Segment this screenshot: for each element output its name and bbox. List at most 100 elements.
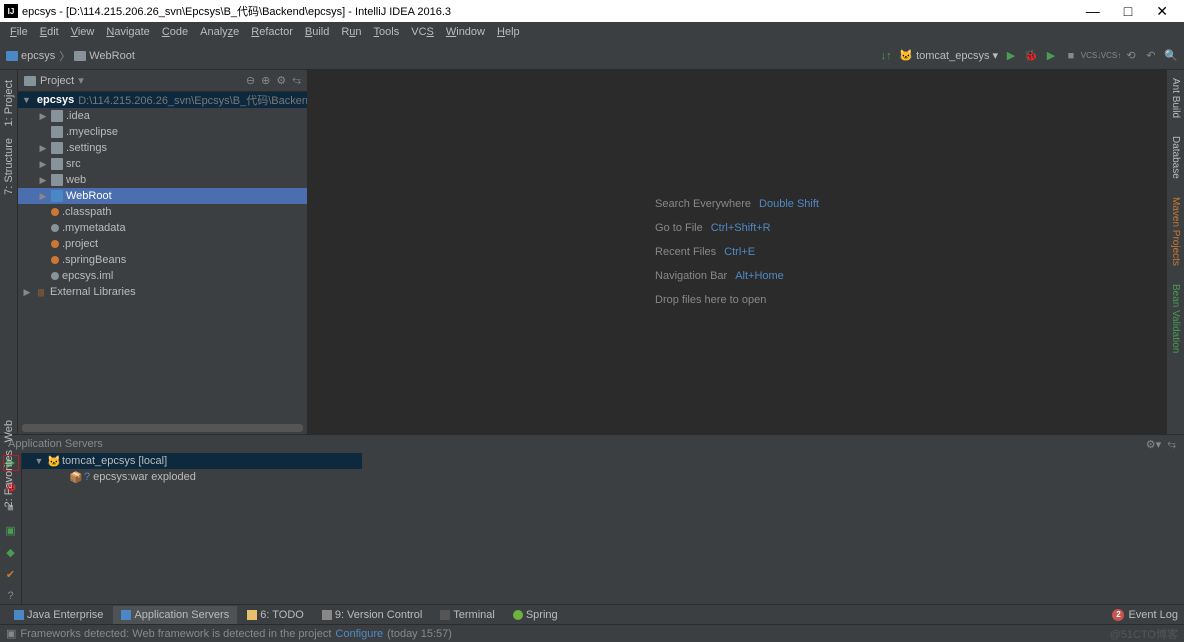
vcs-commit-icon[interactable]: VCS↑ [1104, 49, 1118, 63]
window-title: epcsys - [D:\114.215.206.26_svn\Epcsys\B… [22, 3, 451, 19]
project-panel-title: Project [40, 75, 74, 87]
hide-panel-icon[interactable]: ⥃ [1167, 438, 1176, 451]
tool-database-tab[interactable]: Database [1170, 132, 1181, 183]
tab-java-enterprise[interactable]: Java Enterprise [6, 606, 111, 624]
search-everywhere-icon[interactable]: 🔍 [1164, 49, 1178, 63]
tree-item-classpath[interactable]: .classpath [18, 204, 307, 220]
expand-arrow-icon[interactable]: ▼ [22, 95, 31, 105]
status-configure-link[interactable]: Configure [335, 628, 383, 640]
tab-application-servers[interactable]: Application Servers [113, 606, 237, 624]
application-servers-title: Application Servers [8, 438, 103, 450]
revert-icon[interactable]: ↶ [1144, 49, 1158, 63]
event-log-button[interactable]: 2 Event Log [1112, 609, 1178, 621]
right-tool-gutter: Ant Build Database Maven Projects Bean V… [1166, 70, 1184, 434]
tree-item-idea[interactable]: ▶.idea [18, 108, 307, 124]
expand-arrow-icon[interactable]: ▼ [34, 456, 44, 466]
enterprise-icon [14, 610, 24, 620]
gear-icon[interactable]: ⚙▾ [1146, 438, 1161, 451]
tool-bean-validation-tab[interactable]: Bean Validation [1170, 280, 1181, 357]
artifact-node[interactable]: 📦 ? epcsys:war exploded [22, 469, 1184, 485]
tree-item-settings[interactable]: ▶.settings [18, 140, 307, 156]
tree-item-web[interactable]: ▶web [18, 172, 307, 188]
vcs-icon [322, 610, 332, 620]
hide-panel-icon[interactable]: ⥃ [292, 74, 301, 87]
tab-version-control[interactable]: 9: Version Control [314, 606, 430, 624]
tree-item-myeclipse[interactable]: .myeclipse [18, 124, 307, 140]
tool-maven-tab[interactable]: Maven Projects [1170, 193, 1181, 270]
stop-button[interactable]: ■ [1064, 49, 1078, 63]
hint-shortcut: Double Shift [759, 198, 819, 210]
menu-code[interactable]: Code [158, 26, 192, 38]
menu-analyze[interactable]: Analyze [196, 26, 243, 38]
artifacts-button[interactable]: ◆ [4, 545, 18, 559]
terminal-icon [440, 610, 450, 620]
tool-project-tab[interactable]: 1: Project [3, 74, 15, 132]
watermark: @51CTO博客 [1110, 626, 1178, 642]
hint-shortcut: Ctrl+Shift+R [711, 222, 771, 234]
maximize-button[interactable]: □ [1124, 3, 1132, 20]
tree-item-webroot[interactable]: ▶WebRoot [18, 188, 307, 204]
application-servers-panel: Application Servers ⚙▾ ⥃ 🐞 ■ ▣ ◆ ✔ ? ▼ 🐱… [0, 434, 1184, 604]
restart-button[interactable]: ✔ [4, 567, 18, 581]
tab-todo[interactable]: 6: TODO [239, 606, 312, 624]
menu-file[interactable]: File [6, 26, 32, 38]
project-tool-window: Project ▾ ⊖ ⊕ ⚙ ⥃ ▼ epcsys D:\114.215.20… [18, 70, 308, 434]
view-mode-dropdown[interactable]: ▾ [78, 74, 84, 87]
status-message: Frameworks detected: Web framework is de… [20, 628, 331, 640]
history-icon[interactable]: ⟲ [1124, 49, 1138, 63]
folder-icon [51, 110, 63, 122]
debug-button[interactable]: 🐞 [1024, 49, 1038, 63]
tool-structure-tab[interactable]: 7: Structure [3, 132, 15, 201]
breadcrumb-webroot[interactable]: WebRoot [74, 50, 135, 62]
menu-run[interactable]: Run [337, 26, 365, 38]
menu-navigate[interactable]: Navigate [102, 26, 153, 38]
run-configuration-dropdown[interactable]: 🐱 tomcat_epcsys ▾ [899, 49, 998, 63]
breadcrumb-root[interactable]: epcsys [6, 50, 55, 62]
tool-web-tab[interactable]: Web [3, 420, 15, 442]
folder-icon [51, 126, 63, 138]
tool-ant-build-tab[interactable]: Ant Build [1170, 74, 1181, 122]
project-view-icon [24, 76, 36, 86]
menu-help[interactable]: Help [493, 26, 524, 38]
menu-tools[interactable]: Tools [370, 26, 404, 38]
build-icon[interactable]: ↓↑ [879, 49, 893, 63]
tab-spring[interactable]: Spring [505, 606, 566, 624]
menu-build[interactable]: Build [301, 26, 333, 38]
gear-icon[interactable]: ⚙ [276, 74, 286, 87]
run-button[interactable]: ▶ [1004, 49, 1018, 63]
tab-terminal[interactable]: Terminal [432, 606, 503, 624]
left-gutter-lower: Web 2: Favorites [0, 420, 18, 508]
collapse-all-icon[interactable]: ⊖ [246, 74, 255, 87]
servers-icon [121, 610, 131, 620]
menu-vcs[interactable]: VCS [407, 26, 438, 38]
tool-favorites-tab[interactable]: 2: Favorites [3, 450, 15, 507]
tree-external-libraries[interactable]: ▶|||External Libraries [18, 284, 307, 300]
tree-item-iml[interactable]: epcsys.iml [18, 268, 307, 284]
todo-icon [247, 610, 257, 620]
menu-window[interactable]: Window [442, 26, 489, 38]
folder-icon [74, 51, 86, 61]
vcs-update-icon[interactable]: VCS↓ [1084, 49, 1098, 63]
update-app-button[interactable]: ▣ [4, 523, 18, 537]
coverage-button[interactable]: ▶ [1044, 49, 1058, 63]
server-node[interactable]: ▼ 🐱 tomcat_epcsys [local] [22, 453, 362, 469]
tomcat-icon: 🐱 [47, 455, 59, 467]
tree-item-project[interactable]: .project [18, 236, 307, 252]
tree-item-src[interactable]: ▶src [18, 156, 307, 172]
hint-label: Navigation Bar [655, 270, 727, 282]
tree-item-springbeans[interactable]: .springBeans [18, 252, 307, 268]
horizontal-scrollbar[interactable] [22, 424, 303, 432]
status-time: (today 15:57) [387, 628, 452, 640]
menu-view[interactable]: View [67, 26, 99, 38]
editor-empty-area: Search EverywhereDouble Shift Go to File… [308, 70, 1166, 434]
help-icon[interactable]: ? [4, 589, 18, 603]
tree-item-mymetadata[interactable]: .mymetadata [18, 220, 307, 236]
scroll-from-source-icon[interactable]: ⊕ [261, 74, 270, 87]
menu-refactor[interactable]: Refactor [247, 26, 297, 38]
file-icon [51, 224, 59, 232]
file-icon [51, 272, 59, 280]
minimize-button[interactable]: — [1086, 3, 1100, 20]
menu-edit[interactable]: Edit [36, 26, 63, 38]
close-button[interactable]: ✕ [1156, 3, 1168, 20]
tree-root[interactable]: ▼ epcsys D:\114.215.206.26_svn\Epcsys\B_… [18, 92, 307, 108]
